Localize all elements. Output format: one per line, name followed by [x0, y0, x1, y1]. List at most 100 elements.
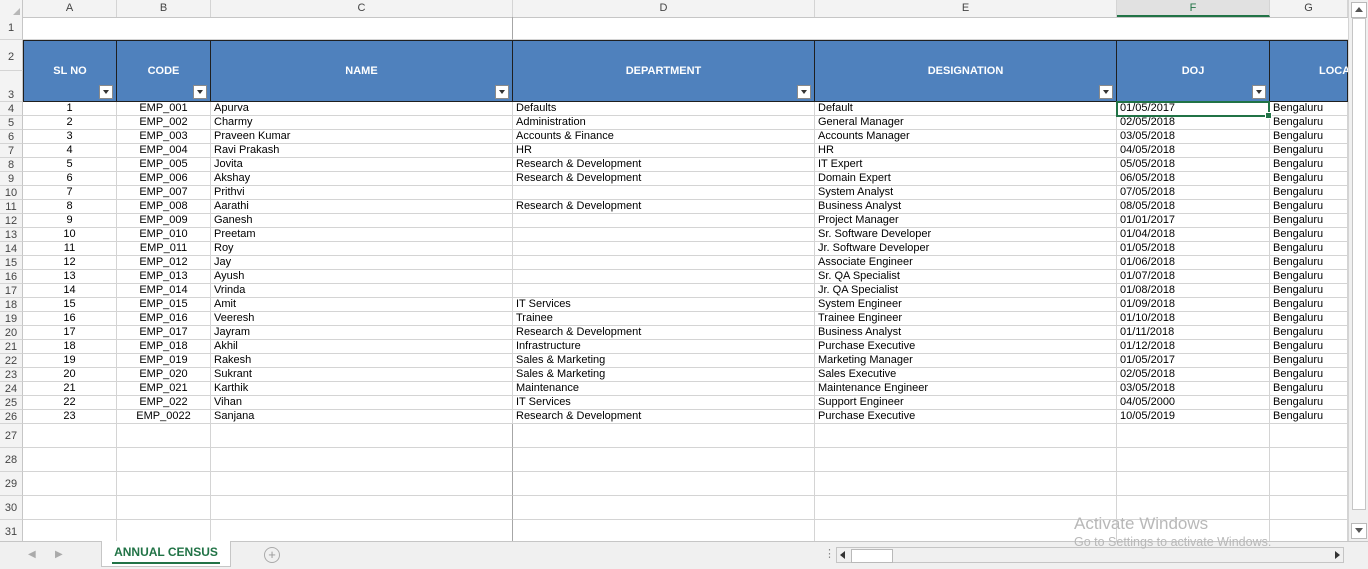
row-header-16[interactable]: 16 [0, 270, 23, 284]
cell-code[interactable]: EMP_005 [117, 158, 211, 172]
cell-name[interactable]: Jayram [211, 326, 513, 340]
cell-desig[interactable]: Purchase Executive [815, 340, 1117, 354]
column-header-c[interactable]: C [211, 0, 513, 17]
cell-sl[interactable]: 16 [23, 312, 117, 326]
cell-name[interactable]: Roy [211, 242, 513, 256]
empty-cell[interactable] [513, 448, 815, 472]
cell-loc[interactable]: Bengaluru [1270, 200, 1348, 214]
empty-cell[interactable] [1270, 472, 1348, 496]
empty-cell[interactable] [815, 520, 1117, 541]
cell-code[interactable]: EMP_010 [117, 228, 211, 242]
cell-name[interactable]: Sukrant [211, 368, 513, 382]
empty-cell[interactable] [211, 424, 513, 448]
cell-name[interactable]: Vihan [211, 396, 513, 410]
cell-doj[interactable]: 01/06/2018 [1117, 256, 1270, 270]
cell-code[interactable]: EMP_007 [117, 186, 211, 200]
empty-cell[interactable] [1117, 448, 1270, 472]
cell-desig[interactable]: General Manager [815, 116, 1117, 130]
cell-desig[interactable]: IT Expert [815, 158, 1117, 172]
cell-doj[interactable]: 01/04/2018 [1117, 228, 1270, 242]
cell-dept[interactable]: Research & Development [513, 410, 815, 424]
cell-doj[interactable]: 01/05/2018 [1117, 242, 1270, 256]
cell-sl[interactable]: 21 [23, 382, 117, 396]
cell-name[interactable]: Ayush [211, 270, 513, 284]
empty-cell[interactable] [211, 448, 513, 472]
vertical-scroll-thumb[interactable] [1352, 18, 1366, 510]
cell-doj[interactable]: 01/11/2018 [1117, 326, 1270, 340]
cell-code[interactable]: EMP_014 [117, 284, 211, 298]
add-sheet-icon[interactable]: + [264, 547, 280, 563]
scroll-up-icon[interactable] [1351, 2, 1367, 18]
column-header-g[interactable]: G [1270, 0, 1348, 17]
empty-cell[interactable] [211, 17, 513, 40]
cell-loc[interactable]: Bengaluru [1270, 270, 1348, 284]
cell-desig[interactable]: System Analyst [815, 186, 1117, 200]
cell-doj[interactable]: 02/05/2018 [1117, 116, 1270, 130]
row-header-18[interactable]: 18 [0, 298, 23, 312]
cell-name[interactable]: Rakesh [211, 354, 513, 368]
cell-name[interactable]: Prithvi [211, 186, 513, 200]
empty-cell[interactable] [513, 17, 815, 40]
cell-sl[interactable]: 22 [23, 396, 117, 410]
row-header-13[interactable]: 13 [0, 228, 23, 242]
cell-doj[interactable]: 01/07/2018 [1117, 270, 1270, 284]
row-header-29[interactable]: 29 [0, 472, 23, 496]
cell-desig[interactable]: Marketing Manager [815, 354, 1117, 368]
cell-code[interactable]: EMP_002 [117, 116, 211, 130]
row-header-15[interactable]: 15 [0, 256, 23, 270]
empty-cell[interactable] [1270, 496, 1348, 520]
row-header-5[interactable]: 5 [0, 116, 23, 130]
row-header-22[interactable]: 22 [0, 354, 23, 368]
cell-dept[interactable]: Maintenance [513, 382, 815, 396]
cell-desig[interactable]: Purchase Executive [815, 410, 1117, 424]
scroll-left-icon[interactable] [837, 549, 849, 561]
cell-loc[interactable]: Bengaluru [1270, 396, 1348, 410]
row-header-4[interactable]: 4 [0, 102, 23, 116]
empty-cell[interactable] [23, 472, 117, 496]
cell-code[interactable]: EMP_003 [117, 130, 211, 144]
empty-cell[interactable] [513, 472, 815, 496]
empty-cell[interactable] [23, 424, 117, 448]
cell-sl[interactable]: 23 [23, 410, 117, 424]
cell-name[interactable]: Veeresh [211, 312, 513, 326]
empty-cell[interactable] [1117, 17, 1270, 40]
filter-dropdown-icon[interactable] [1252, 85, 1266, 99]
cell-name[interactable]: Karthik [211, 382, 513, 396]
cell-code[interactable]: EMP_015 [117, 298, 211, 312]
cell-desig[interactable]: Business Analyst [815, 200, 1117, 214]
cell-sl[interactable]: 13 [23, 270, 117, 284]
cell-sl[interactable]: 9 [23, 214, 117, 228]
cell-name[interactable]: Amit [211, 298, 513, 312]
row-header-7[interactable]: 7 [0, 144, 23, 158]
empty-cell[interactable] [117, 472, 211, 496]
empty-cell[interactable] [1270, 424, 1348, 448]
row-header-10[interactable]: 10 [0, 186, 23, 200]
cell-sl[interactable]: 5 [23, 158, 117, 172]
row-header-14[interactable]: 14 [0, 242, 23, 256]
cell-name[interactable]: Jay [211, 256, 513, 270]
cell-name[interactable]: Aarathi [211, 200, 513, 214]
column-header-b[interactable]: B [117, 0, 211, 17]
cell-desig[interactable]: Maintenance Engineer [815, 382, 1117, 396]
empty-cell[interactable] [117, 424, 211, 448]
cell-loc[interactable]: Bengaluru [1270, 172, 1348, 186]
cell-desig[interactable]: System Engineer [815, 298, 1117, 312]
column-header-a[interactable]: A [23, 0, 117, 17]
row-header-26[interactable]: 26 [0, 410, 23, 424]
empty-cell[interactable] [211, 472, 513, 496]
empty-cell[interactable] [815, 17, 1117, 40]
cell-desig[interactable]: Sr. Software Developer [815, 228, 1117, 242]
next-sheet-icon[interactable]: ▶ [55, 549, 63, 560]
cell-loc[interactable]: Bengaluru [1270, 410, 1348, 424]
spreadsheet-grid[interactable]: ABCDEFG 1 2 3 4 5 6 7 8 9 10 11 12 13 14 15 16 17 18 19 20 2… [0, 0, 1348, 541]
cell-loc[interactable]: Bengaluru [1270, 186, 1348, 200]
cell-sl[interactable]: 2 [23, 116, 117, 130]
cell-code[interactable]: EMP_020 [117, 368, 211, 382]
cell-loc[interactable]: Bengaluru [1270, 298, 1348, 312]
empty-cell[interactable] [1117, 424, 1270, 448]
cell-code[interactable]: EMP_021 [117, 382, 211, 396]
row-header-2[interactable]: 2 [0, 40, 23, 71]
cell-sl[interactable]: 4 [23, 144, 117, 158]
cell-loc[interactable]: Bengaluru [1270, 284, 1348, 298]
empty-cell[interactable] [23, 448, 117, 472]
